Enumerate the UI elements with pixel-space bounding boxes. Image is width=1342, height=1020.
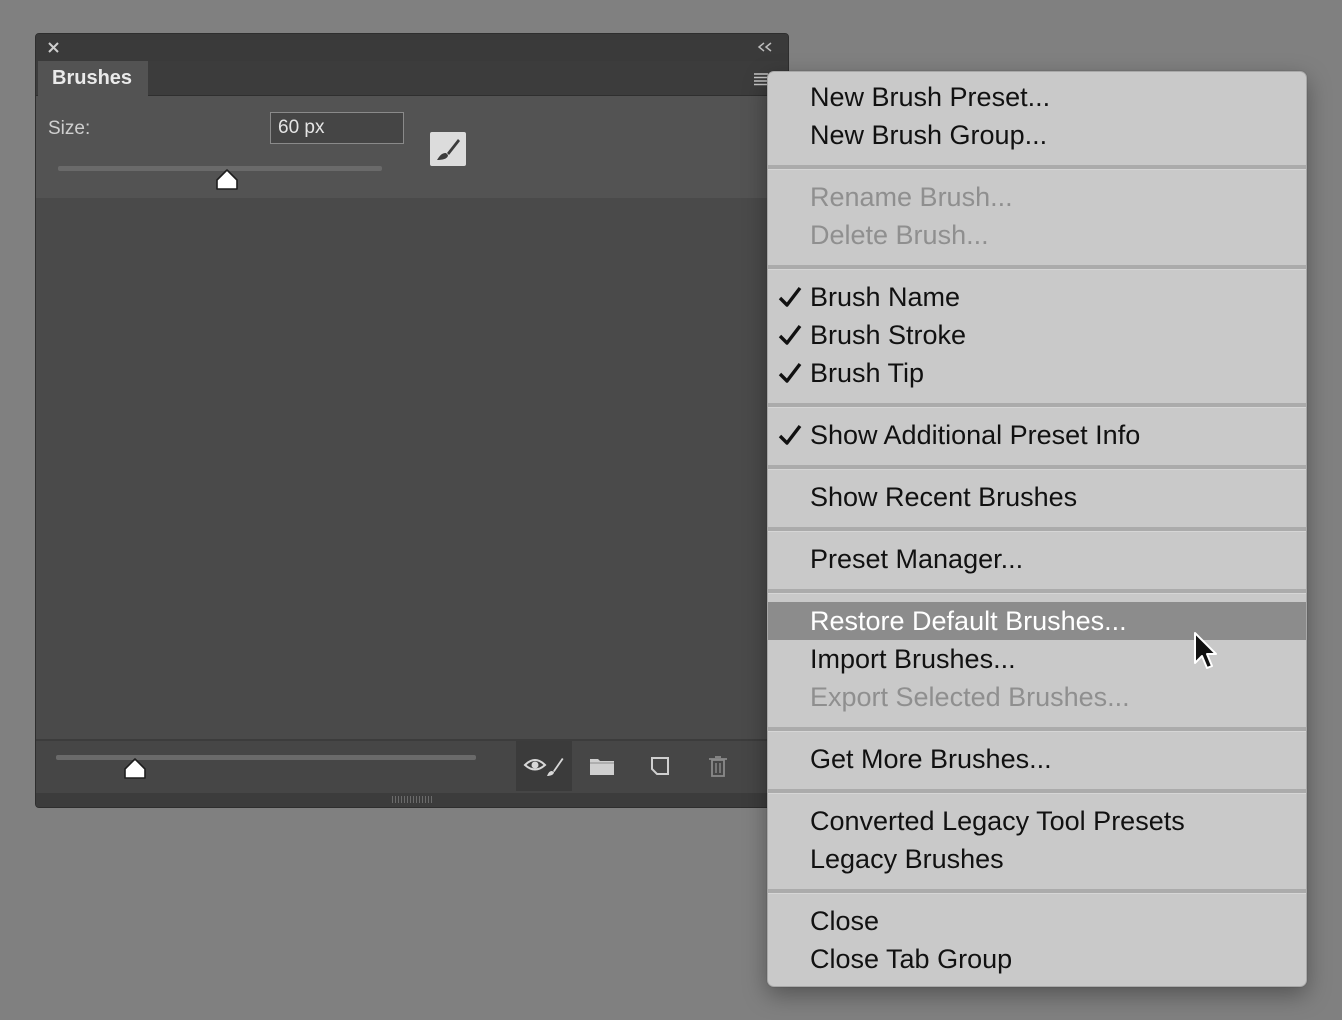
brush-list-area: [36, 198, 788, 741]
mouse-pointer-icon: [1194, 632, 1217, 669]
menu-separator: [768, 465, 1306, 470]
menu-separator: [768, 527, 1306, 532]
close-icon[interactable]: [45, 39, 62, 56]
folder-icon[interactable]: [588, 753, 616, 779]
menu-item-close[interactable]: Close: [768, 902, 1306, 940]
brush-icon: [437, 139, 460, 160]
collapse-panel-icon[interactable]: [756, 41, 774, 53]
size-label: Size:: [48, 118, 91, 139]
menu-item-label: Brush Tip: [810, 358, 925, 388]
preview-size-slider-thumb[interactable]: [123, 758, 147, 780]
menu-item-export-selected-brushes: Export Selected Brushes...: [810, 682, 1130, 712]
menu-item-get-more-brushes[interactable]: Get More Brushes...: [768, 740, 1306, 778]
new-preset-icon[interactable]: [646, 753, 674, 779]
toggle-brush-preview-button[interactable]: [516, 741, 572, 791]
menu-separator: [768, 727, 1306, 732]
panel-title-bar: [36, 34, 788, 61]
menu-separator: [768, 165, 1306, 170]
menu-item-new-brush-group[interactable]: New Brush Group...: [768, 116, 1306, 154]
menu-item-preset-manager[interactable]: Preset Manager...: [768, 540, 1306, 578]
menu-item-import-brushes[interactable]: Import Brushes...: [768, 640, 1306, 678]
panel-footer: [36, 739, 788, 793]
tab-brushes[interactable]: Brushes: [38, 61, 148, 96]
menu-item-brush-tip[interactable]: Brush Tip: [768, 354, 1306, 392]
menu-item-label: Brush Name: [810, 282, 961, 312]
checkmark-icon: [778, 424, 802, 445]
menu-item-new-brush-preset[interactable]: New Brush Preset...: [768, 78, 1306, 116]
size-slider-thumb[interactable]: [215, 169, 239, 191]
menu-item-delete-brush: Delete Brush...: [810, 220, 989, 250]
menu-item-converted-legacy-tool-presets[interactable]: Converted Legacy Tool Presets: [768, 802, 1306, 840]
checkmark-icon: [778, 362, 802, 383]
menu-separator: [768, 889, 1306, 894]
menu-item-restore-default-brushes[interactable]: Restore Default Brushes...: [768, 602, 1306, 640]
checkmark-icon: [778, 286, 802, 307]
menu-item-show-additional-preset-info[interactable]: Show Additional Preset Info: [768, 416, 1306, 454]
menu-separator: [768, 265, 1306, 270]
menu-item-label: Show Additional Preset Info: [810, 420, 1141, 450]
size-input[interactable]: 60 px: [270, 112, 404, 144]
brush-settings-button[interactable]: [430, 132, 466, 166]
menu-separator: [768, 789, 1306, 794]
eye-brush-icon: [523, 758, 564, 776]
size-controls: Size: 60 px: [36, 96, 788, 198]
menu-item-legacy-brushes[interactable]: Legacy Brushes: [768, 840, 1306, 878]
brushes-panel: Brushes Size: 60 px: [35, 33, 789, 808]
menu-separator: [768, 403, 1306, 408]
panel-flyout-menu: New Brush Preset... New Brush Group... R…: [767, 71, 1307, 987]
trash-icon[interactable]: [704, 753, 732, 779]
menu-item-show-recent-brushes[interactable]: Show Recent Brushes: [768, 478, 1306, 516]
preview-size-slider[interactable]: [56, 755, 476, 760]
menu-item-close-tab-group[interactable]: Close Tab Group: [768, 940, 1306, 978]
menu-item-brush-name[interactable]: Brush Name: [768, 278, 1306, 316]
checkmark-icon: [778, 324, 802, 345]
grip-lines: [392, 796, 432, 803]
menu-item-brush-stroke[interactable]: Brush Stroke: [768, 316, 1306, 354]
menu-separator: [768, 589, 1306, 594]
menu-item-label: Brush Stroke: [810, 320, 967, 350]
menu-item-rename-brush: Rename Brush...: [810, 182, 1013, 212]
tab-strip: Brushes: [36, 61, 788, 96]
resize-grip[interactable]: [36, 793, 788, 807]
